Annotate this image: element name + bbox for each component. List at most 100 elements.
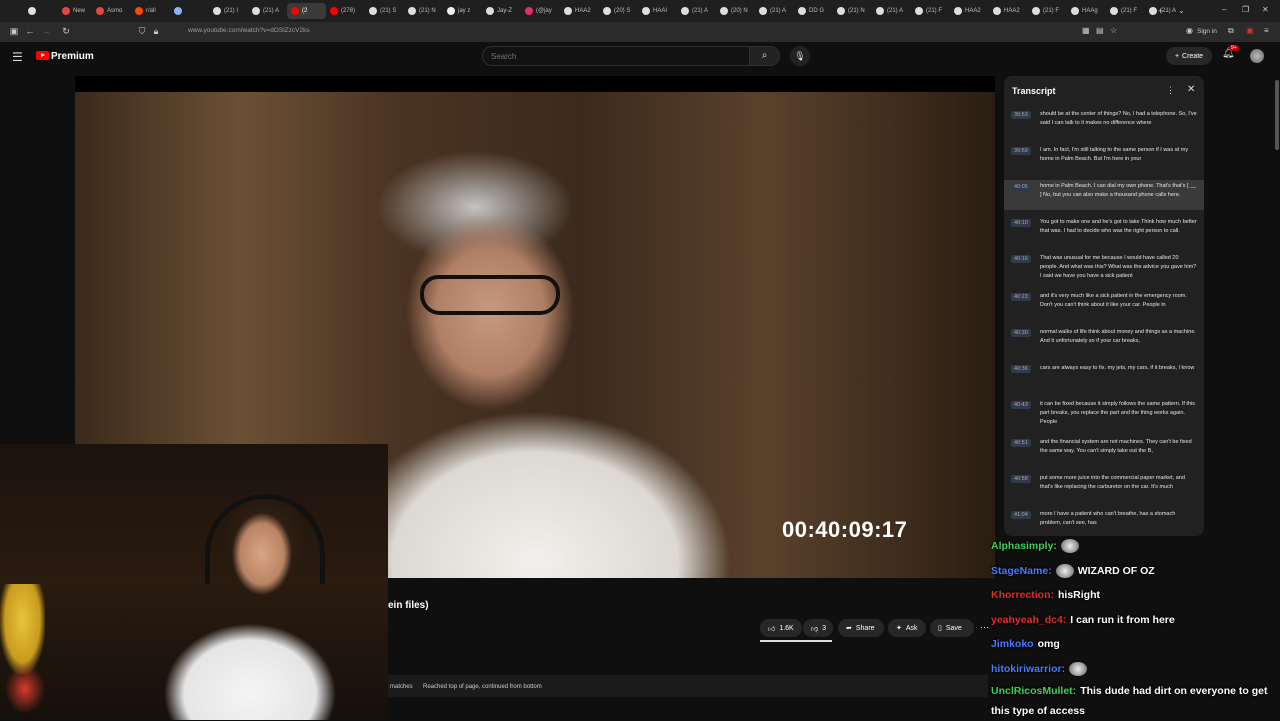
search-button[interactable]: ⌕ xyxy=(750,46,780,66)
chat-username[interactable]: Khorrection: xyxy=(991,589,1054,601)
segment-timestamp[interactable]: 40:36 xyxy=(1011,365,1031,373)
close-icon[interactable]: ✕ xyxy=(1187,84,1195,95)
account-icon[interactable]: ◉ xyxy=(1186,26,1193,35)
new-tab-icon[interactable]: + xyxy=(1158,6,1163,16)
browser-tab[interactable]: HAAg xyxy=(1067,3,1106,19)
search-input[interactable] xyxy=(482,46,750,66)
url-field[interactable]: www.youtube.com/watch?v=dOSlZzcV2ks xyxy=(188,27,310,34)
chat-username[interactable]: yeahyeah_dc4: xyxy=(991,614,1066,626)
save-button[interactable]: ▯ Save xyxy=(930,619,974,637)
chat-username[interactable]: StageName: xyxy=(991,565,1052,577)
bookmark-star-icon[interactable]: ☆ xyxy=(1110,26,1117,35)
avatar[interactable] xyxy=(1250,49,1264,63)
segment-timestamp[interactable]: 39:53 xyxy=(1011,111,1031,119)
browser-tab[interactable]: Asmo xyxy=(92,3,131,19)
tab-list-chevron-icon[interactable]: ⌄ xyxy=(1178,6,1185,15)
browser-tab[interactable]: jay z xyxy=(443,3,482,19)
voice-search-button[interactable]: 🎙︎ xyxy=(790,46,810,66)
close-window-icon[interactable]: ✕ xyxy=(1262,5,1269,14)
browser-tab[interactable]: r/all xyxy=(131,3,170,19)
browser-tab[interactable]: HAA2 xyxy=(989,3,1028,19)
segment-timestamp[interactable]: 39:59 xyxy=(1011,147,1031,155)
share-button[interactable]: ➦ Share xyxy=(838,619,884,637)
reader-icon[interactable]: ▤ xyxy=(1096,26,1104,35)
browser-tab[interactable]: (278) xyxy=(326,3,365,19)
browser-tab[interactable]: (20) S xyxy=(599,3,638,19)
segment-timestamp[interactable]: 40:30 xyxy=(1011,329,1031,337)
segment-timestamp[interactable]: 40:16 xyxy=(1011,255,1031,263)
search-icon: ⌕ xyxy=(761,50,768,61)
youtube-premium-logo[interactable]: Premium xyxy=(51,51,94,62)
wizard-emote xyxy=(1055,563,1074,578)
segment-timestamp[interactable]: 40:05 xyxy=(1011,183,1031,191)
back-icon[interactable]: ← xyxy=(22,26,38,36)
more-vertical-icon[interactable]: ⋮ xyxy=(1166,85,1175,96)
more-actions-icon[interactable]: ⋯ xyxy=(980,622,989,633)
create-button[interactable]: + Create xyxy=(1166,47,1212,65)
browser-tab[interactable]: (20) N xyxy=(716,3,755,19)
browser-tab[interactable]: (21) A xyxy=(872,3,911,19)
browser-menu-icon[interactable]: ≡ xyxy=(1264,26,1269,35)
page-scrollbar[interactable] xyxy=(1275,80,1279,150)
browser-tab[interactable]: (21) F xyxy=(911,3,950,19)
browser-tab[interactable]: (2 xyxy=(287,3,326,19)
transcript-segment[interactable]: 40:43 it can be fixed because it simply f… xyxy=(1004,398,1204,430)
segment-timestamp[interactable]: 40:10 xyxy=(1011,219,1031,227)
transcript-segment[interactable]: 40:23 and it's very much like a sick pati… xyxy=(1004,290,1204,320)
dislike-button[interactable]: 👎︎ 3 xyxy=(803,619,833,637)
screenshot-icon[interactable]: ▦ xyxy=(1082,26,1090,35)
browser-tab[interactable]: (21) F xyxy=(1106,3,1145,19)
chat-username[interactable]: Alphasimply: xyxy=(991,540,1057,552)
chat-username[interactable]: hitokiriwarrior: xyxy=(991,663,1065,675)
hamburger-menu-icon[interactable]: ☰ xyxy=(12,50,23,64)
ask-button[interactable]: ✦ Ask xyxy=(888,619,926,637)
transcript-panel: Transcript ⋮ ✕ 39:53 should be at the cen… xyxy=(1004,76,1204,536)
browser-tab[interactable]: HAA2 xyxy=(950,3,989,19)
transcript-segment[interactable]: 40:58 put some more juice into the commer… xyxy=(1004,472,1204,502)
segment-timestamp[interactable]: 40:43 xyxy=(1011,401,1031,409)
browser-tab[interactable]: DD G xyxy=(794,3,833,19)
lock-icon[interactable]: 🔒︎ xyxy=(148,26,164,37)
browser-tab[interactable]: HAA2 xyxy=(560,3,599,19)
transcript-segment[interactable]: 40:51 and the financial system are not ma… xyxy=(1004,436,1204,466)
browser-tab[interactable] xyxy=(170,3,209,19)
find-in-page-bar: matches Reached top of page, continued f… xyxy=(388,675,988,697)
browser-tab[interactable]: Jay-Z xyxy=(482,3,521,19)
transcript-segment[interactable]: 40:30 normal walks of life think about mo… xyxy=(1004,326,1204,356)
extensions-icon[interactable]: ⧉ xyxy=(1228,26,1234,36)
browser-tab[interactable]: (21) N xyxy=(833,3,872,19)
transcript-segment[interactable]: 39:53 should be at the center of things? … xyxy=(1004,108,1204,138)
sidebar-toggle-icon[interactable]: ▣ xyxy=(6,26,22,37)
chat-username[interactable]: Jimkoko xyxy=(991,638,1034,650)
browser-tab[interactable]: HAAI xyxy=(638,3,677,19)
chat-username[interactable]: UnclRicosMullet: xyxy=(991,685,1076,697)
transcript-segment[interactable]: 41:04 more I have a patient who can't bre… xyxy=(1004,508,1204,536)
transcript-segment[interactable]: 40:16 That was unusual for me because I w… xyxy=(1004,252,1204,284)
segment-timestamp[interactable]: 41:04 xyxy=(1011,511,1031,519)
segment-timestamp[interactable]: 40:23 xyxy=(1011,293,1031,301)
youtube-logo-icon[interactable] xyxy=(36,51,49,60)
extension-badge-icon[interactable]: ▣ xyxy=(1246,26,1254,35)
transcript-segment[interactable]: 40:36 cars are always easy to fix. my jet… xyxy=(1004,362,1204,392)
transcript-segment[interactable]: 40:10 You got to make one and he's got to… xyxy=(1004,216,1204,246)
sign-in-link[interactable]: Sign in xyxy=(1197,28,1217,35)
reload-icon[interactable]: ↻ xyxy=(58,26,74,37)
browser-tab[interactable]: New xyxy=(58,3,92,19)
forward-icon[interactable]: → xyxy=(38,26,54,36)
browser-tab[interactable]: (21) A xyxy=(248,3,287,19)
transcript-segment[interactable]: 40:05 home in Palm Beach. I can dial my o… xyxy=(1004,180,1204,210)
segment-timestamp[interactable]: 40:51 xyxy=(1011,439,1031,447)
minimize-icon[interactable]: – xyxy=(1222,5,1226,14)
browser-tab[interactable] xyxy=(24,3,58,19)
browser-tab[interactable]: (21) S xyxy=(365,3,404,19)
browser-tab[interactable]: (@jay xyxy=(521,3,560,19)
browser-tab[interactable]: (21) F xyxy=(1028,3,1067,19)
browser-tab[interactable]: (21) I xyxy=(209,3,248,19)
restore-icon[interactable]: ❐ xyxy=(1242,5,1249,14)
browser-tab[interactable]: (21) A xyxy=(755,3,794,19)
transcript-segment[interactable]: 39:59 I am. In fact, I'm still talking to… xyxy=(1004,144,1204,174)
browser-tab[interactable]: (21) A xyxy=(677,3,716,19)
segment-timestamp[interactable]: 40:58 xyxy=(1011,475,1031,483)
browser-tab[interactable]: (21) N xyxy=(404,3,443,19)
like-button[interactable]: 👍︎ 1.6K xyxy=(760,619,802,637)
